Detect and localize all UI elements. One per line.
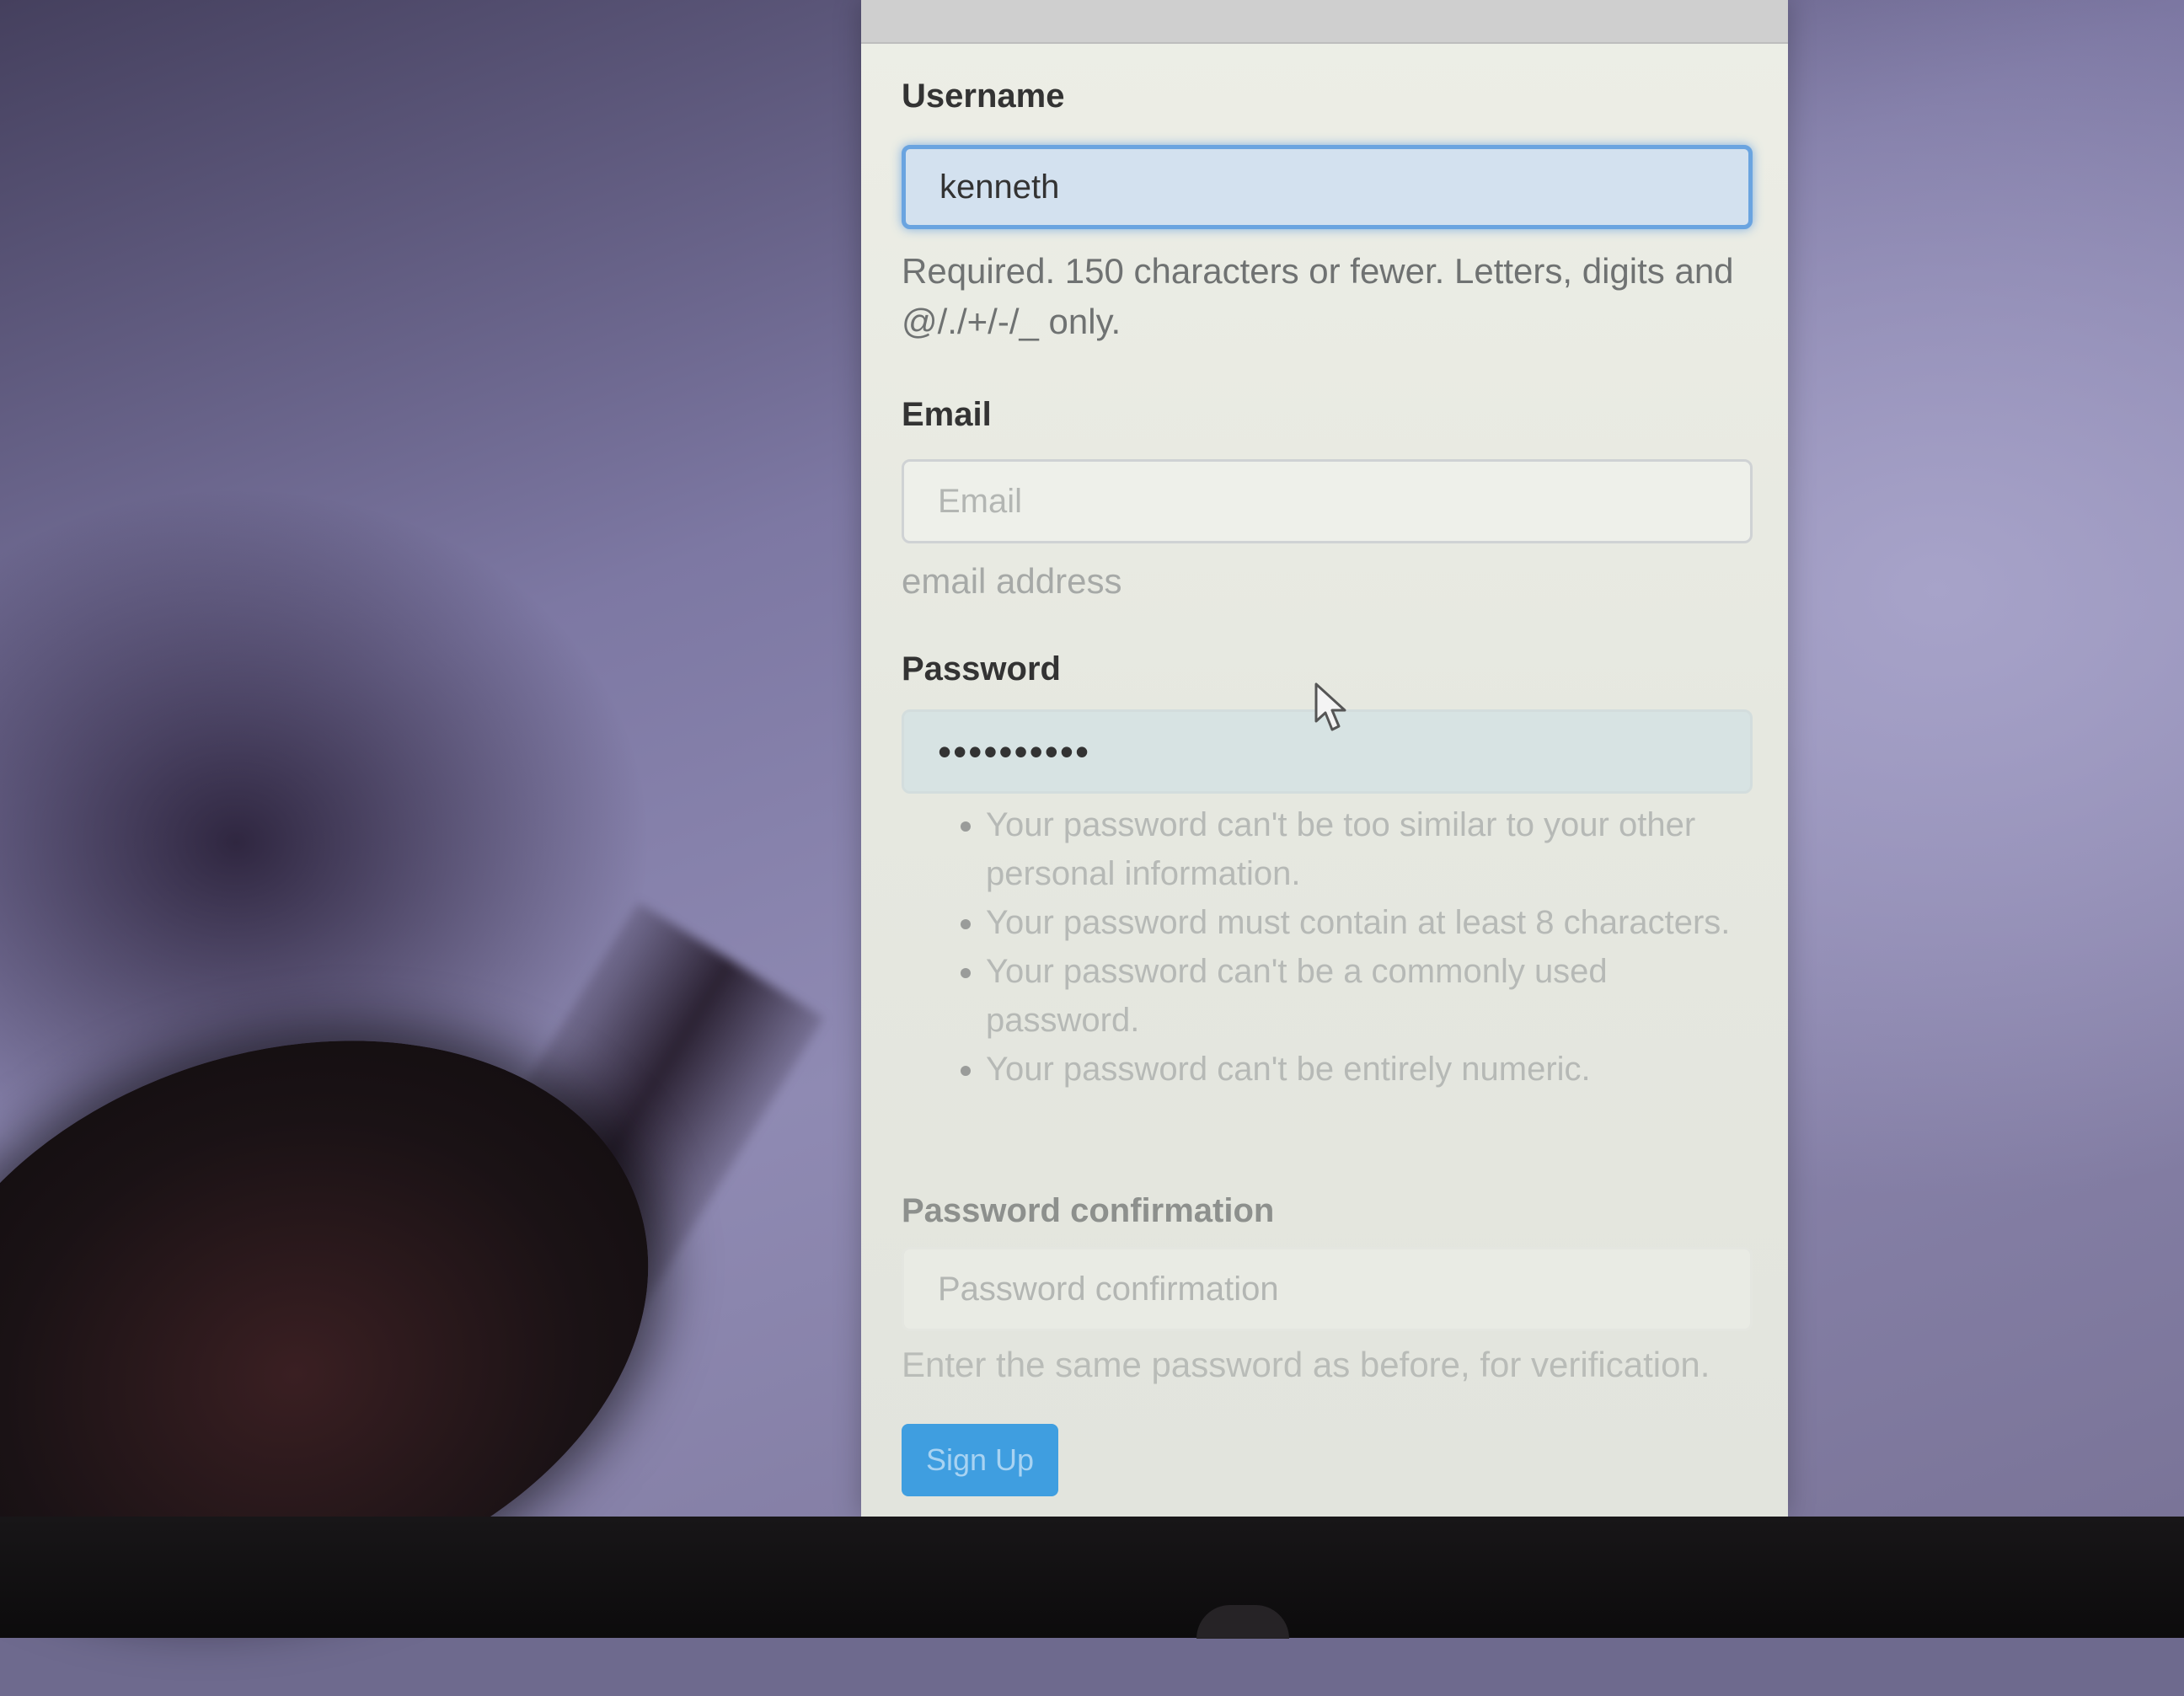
email-label: Email xyxy=(902,396,992,433)
password-confirmation-label: Password confirmation xyxy=(902,1192,1275,1229)
mouse-pointer-icon xyxy=(1314,682,1346,731)
username-input[interactable] xyxy=(902,145,1753,229)
password-confirmation-input[interactable] xyxy=(902,1247,1753,1331)
username-help-text: Required. 150 characters or fewer. Lette… xyxy=(902,251,1734,341)
email-help-text: email address xyxy=(902,561,1122,601)
password-confirmation-help-text: Enter the same password as before, for v… xyxy=(902,1345,1710,1384)
username-label: Username xyxy=(902,78,1065,115)
password-label: Password xyxy=(902,650,1061,687)
password-rule: Your password must contain at least 8 ch… xyxy=(986,898,1744,947)
password-rule: Your password can't be too similar to yo… xyxy=(986,800,1744,898)
signup-form: Username Required. 150 characters or few… xyxy=(861,0,1788,1517)
sign-up-button[interactable]: Sign Up xyxy=(902,1424,1058,1496)
card-top-bar xyxy=(861,0,1788,44)
password-rule: Your password can't be entirely numeric. xyxy=(986,1045,1744,1094)
email-input[interactable] xyxy=(902,459,1753,543)
password-rules-list: Your password can't be too similar to yo… xyxy=(945,800,1744,1094)
monitor-bezel xyxy=(0,1517,2184,1638)
password-rule: Your password can't be a commonly used p… xyxy=(986,947,1744,1045)
